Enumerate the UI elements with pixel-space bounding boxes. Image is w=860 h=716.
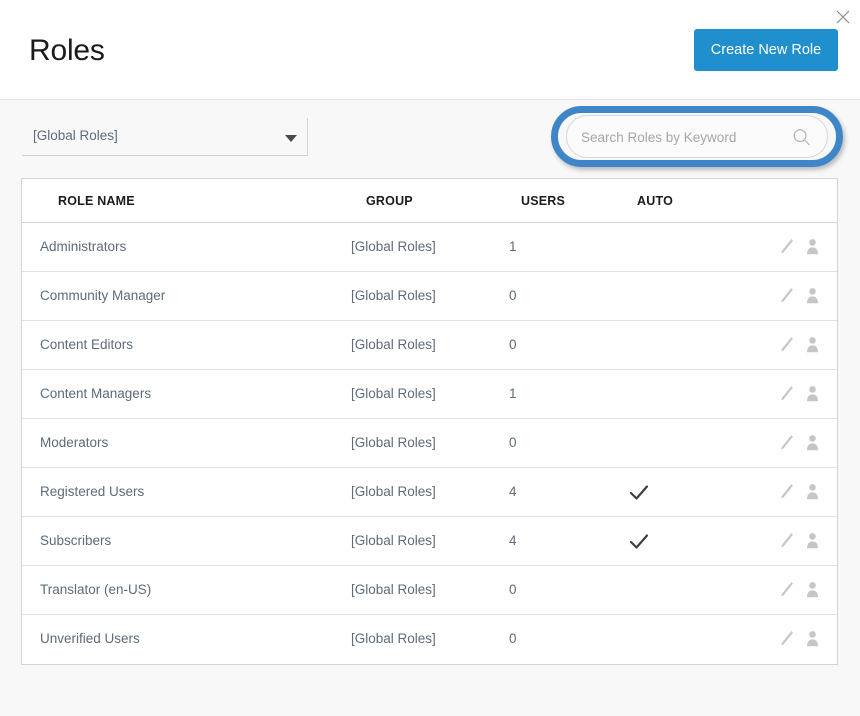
cell-role-name: Content Editors: [40, 337, 133, 352]
cell-group: [Global Roles]: [351, 582, 436, 597]
cell-group: [Global Roles]: [351, 533, 436, 548]
table-row[interactable]: Unverified Users [Global Roles] 0: [22, 615, 837, 664]
cell-role-name: Moderators: [40, 435, 108, 450]
search-input[interactable]: [581, 117, 786, 158]
cell-group: [Global Roles]: [351, 435, 436, 450]
scope-dropdown-label: [Global Roles]: [33, 128, 118, 143]
auto-check-icon: [627, 531, 651, 553]
row-actions: [778, 236, 821, 257]
table-row[interactable]: Translator (en-US) [Global Roles] 0: [22, 566, 837, 615]
cell-group: [Global Roles]: [351, 337, 436, 352]
column-header-users: USERS: [521, 194, 565, 208]
search-box[interactable]: [566, 115, 828, 158]
cell-users: 4: [509, 484, 517, 499]
edit-pencil-icon[interactable]: [778, 236, 795, 257]
cell-users: 0: [509, 337, 517, 352]
scope-dropdown[interactable]: [Global Roles]: [22, 119, 307, 156]
table-row[interactable]: Content Managers [Global Roles] 1: [22, 370, 837, 419]
page-header: Roles Create New Role: [0, 0, 860, 99]
cell-role-name: Translator (en-US): [40, 582, 151, 597]
manage-users-icon[interactable]: [804, 383, 821, 404]
cell-group: [Global Roles]: [351, 239, 436, 254]
edit-pencil-icon[interactable]: [778, 628, 795, 649]
edit-pencil-icon[interactable]: [778, 383, 795, 404]
edit-pencil-icon[interactable]: [778, 579, 795, 600]
edit-pencil-icon[interactable]: [778, 285, 795, 306]
column-header-role-name: ROLE NAME: [58, 194, 135, 208]
cell-role-name: Unverified Users: [40, 631, 140, 646]
row-actions: [778, 334, 821, 355]
cell-users: 4: [509, 533, 517, 548]
toolbar-divider: [307, 118, 308, 156]
manage-users-icon[interactable]: [804, 481, 821, 502]
manage-users-icon[interactable]: [804, 285, 821, 306]
auto-check-icon: [627, 482, 651, 504]
cell-role-name: Community Manager: [40, 288, 165, 303]
table-row[interactable]: Moderators [Global Roles] 0: [22, 419, 837, 468]
cell-users: 0: [509, 582, 517, 597]
cell-role-name: Subscribers: [40, 533, 111, 548]
table-row[interactable]: Administrators [Global Roles] 1: [22, 223, 837, 272]
manage-users-icon[interactable]: [804, 579, 821, 600]
cell-group: [Global Roles]: [351, 484, 436, 499]
manage-users-icon[interactable]: [804, 530, 821, 551]
cell-users: 1: [509, 386, 517, 401]
manage-users-icon[interactable]: [804, 334, 821, 355]
cell-role-name: Content Managers: [40, 386, 151, 401]
row-actions: [778, 530, 821, 551]
edit-pencil-icon[interactable]: [778, 530, 795, 551]
search-icon[interactable]: [792, 128, 811, 147]
edit-pencil-icon[interactable]: [778, 334, 795, 355]
cell-group: [Global Roles]: [351, 288, 436, 303]
table-row[interactable]: Registered Users [Global Roles] 4: [22, 468, 837, 517]
table-row[interactable]: Community Manager [Global Roles] 0: [22, 272, 837, 321]
edit-pencil-icon[interactable]: [778, 432, 795, 453]
cell-users: 0: [509, 631, 517, 646]
table-row[interactable]: Content Editors [Global Roles] 0: [22, 321, 837, 370]
row-actions: [778, 579, 821, 600]
cell-role-name: Administrators: [40, 239, 126, 254]
row-actions: [778, 481, 821, 502]
edit-pencil-icon[interactable]: [778, 481, 795, 502]
search-area: [566, 115, 828, 158]
column-header-group: GROUP: [366, 194, 413, 208]
table-body: Administrators [Global Roles] 1 Community M…: [22, 223, 837, 664]
row-actions: [778, 432, 821, 453]
table-header-row: ROLE NAME GROUP USERS AUTO: [22, 179, 837, 223]
create-new-role-button[interactable]: Create New Role: [694, 29, 838, 71]
close-icon[interactable]: [832, 6, 854, 28]
table-row[interactable]: Subscribers [Global Roles] 4: [22, 517, 837, 566]
cell-users: 1: [509, 239, 517, 254]
manage-users-icon[interactable]: [804, 236, 821, 257]
row-actions: [778, 628, 821, 649]
manage-users-icon[interactable]: [804, 432, 821, 453]
cell-group: [Global Roles]: [351, 631, 436, 646]
roles-table: ROLE NAME GROUP USERS AUTO Administrator…: [21, 178, 838, 665]
row-actions: [778, 383, 821, 404]
cell-users: 0: [509, 288, 517, 303]
cell-group: [Global Roles]: [351, 386, 436, 401]
manage-users-icon[interactable]: [804, 628, 821, 649]
cell-role-name: Registered Users: [40, 484, 144, 499]
chevron-down-icon: [285, 135, 297, 142]
column-header-auto: AUTO: [637, 194, 673, 208]
row-actions: [778, 285, 821, 306]
cell-users: 0: [509, 435, 517, 450]
page-title: Roles: [29, 31, 105, 71]
